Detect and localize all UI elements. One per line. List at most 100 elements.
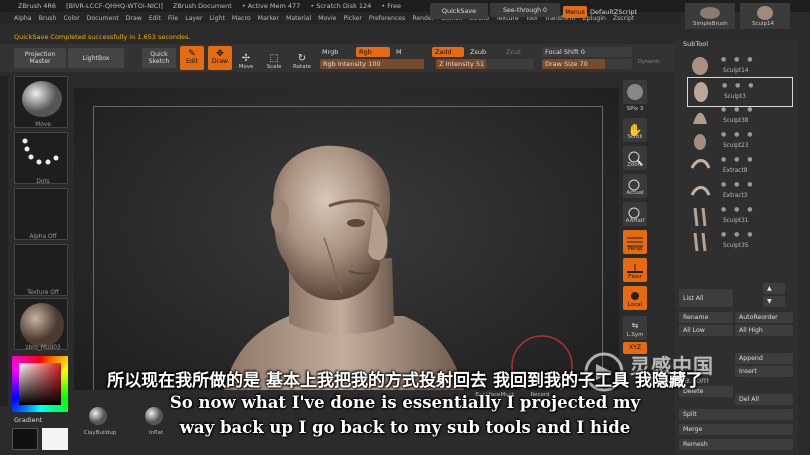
rgb-intensity-slider[interactable]: Rgb Intensity 100: [320, 59, 424, 69]
subtool-item[interactable]: ● ● ● Sculpt35: [687, 227, 793, 257]
subtool-header[interactable]: SubTool: [675, 40, 798, 50]
edit-button[interactable]: ✎ Edit: [180, 46, 204, 70]
menu-alpha[interactable]: Alpha: [14, 15, 32, 22]
spix-label[interactable]: SPix 3: [619, 106, 651, 112]
subtool-thumb-icon: [694, 134, 706, 150]
scale-button[interactable]: ⬚ Scale: [264, 48, 284, 70]
local-label: Local: [627, 302, 643, 308]
document-name: ZBrush Document: [172, 2, 232, 10]
subtool-visibility-icons[interactable]: ● ● ●: [721, 156, 756, 163]
subtool-name: Sculpt14: [723, 68, 749, 74]
append-button[interactable]: Append: [735, 353, 793, 364]
autoreorder-button[interactable]: AutoReorder: [735, 312, 793, 323]
material-sphere-icon: [20, 303, 64, 347]
active-mem: • Active Mem 477: [241, 2, 301, 10]
subtool-visibility-icons[interactable]: ● ● ●: [721, 106, 756, 113]
draw-size-label: Draw Size 70: [545, 60, 588, 68]
menu-edit[interactable]: Edit: [149, 15, 161, 22]
subtool-visibility-icons[interactable]: ● ● ●: [721, 206, 756, 213]
subtool-visibility-icons[interactable]: ● ● ●: [722, 82, 757, 89]
all-low-button[interactable]: All Low: [679, 325, 733, 336]
subtitle-english-line2: way back up I go back to my sub tools an…: [179, 418, 631, 437]
thumb-label-2: Sculp14: [752, 21, 775, 27]
menu-macro[interactable]: Macro: [232, 15, 251, 22]
subtool-thumb-icon: [692, 57, 708, 75]
stroke-thumbnail[interactable]: [14, 132, 68, 184]
right-view-toolbar: SPix 3 ✋ Scroll Zoom Actual AAHalf Persp…: [619, 76, 649, 356]
rgb-intensity-label: Rgb Intensity 100: [323, 60, 381, 68]
draw-button[interactable]: ✥ Draw: [208, 46, 232, 70]
m-toggle[interactable]: M: [396, 48, 402, 56]
z-intensity-slider[interactable]: Z Intensity 51: [436, 59, 534, 69]
all-high-button[interactable]: All High: [735, 325, 793, 336]
menu-file[interactable]: File: [168, 15, 178, 22]
menu-light[interactable]: Light: [209, 15, 224, 22]
tool-thumbnail-simplebrush[interactable]: SimpleBrush: [685, 3, 735, 29]
mrgb-toggle[interactable]: Mrgb: [322, 48, 338, 56]
left-tray-edge[interactable]: [0, 76, 8, 406]
lightbox-button[interactable]: LightBox: [68, 48, 124, 68]
subtool-visibility-icons[interactable]: ● ● ●: [721, 231, 756, 238]
draw-size-slider[interactable]: Draw Size 70: [542, 59, 632, 69]
draw-label: Draw: [211, 58, 229, 65]
default-zscript-button[interactable]: DefaultZScript: [590, 6, 648, 18]
aahalf-label: AAHalf: [625, 218, 645, 224]
menus-button[interactable]: Menus: [563, 6, 587, 18]
seethrough-slider[interactable]: See-through 0: [490, 3, 560, 17]
zadd-toggle[interactable]: Zadd: [432, 47, 464, 57]
menu-draw[interactable]: Draw: [126, 15, 142, 22]
lsym-label: L.Sym: [626, 332, 644, 338]
rename-button[interactable]: Rename: [679, 312, 733, 323]
subtool-name: Sculpt35: [723, 243, 749, 249]
projection-master-button[interactable]: Projection Master: [14, 48, 66, 68]
menu-movie[interactable]: Movie: [318, 15, 336, 22]
menu-preferences[interactable]: Preferences: [369, 15, 405, 22]
remesh-button[interactable]: Remesh: [679, 439, 793, 450]
move-button[interactable]: ✢ Move: [236, 48, 256, 70]
tool-thumbnail-sculp14[interactable]: Sculp14: [740, 3, 790, 29]
move-down-button[interactable]: ▼: [763, 296, 785, 307]
actual-label: Actual: [626, 190, 644, 196]
subtool-name: Sculpt31: [723, 218, 749, 224]
subtool-visibility-icons[interactable]: ● ● ●: [721, 131, 756, 138]
menu-picker[interactable]: Picker: [343, 15, 361, 22]
alpha-label: Alpha Off: [29, 234, 57, 240]
subtool-thumb-icon: [693, 232, 707, 252]
status-message: QuickSave Completed successfully in 1.65…: [14, 33, 191, 41]
menu-material[interactable]: Material: [286, 15, 311, 22]
rgb-toggle[interactable]: Rgb: [356, 47, 390, 57]
quicksave-button[interactable]: QuickSave: [430, 3, 488, 19]
subtool-visibility-icons[interactable]: ● ● ●: [721, 56, 756, 63]
menu-brush[interactable]: Brush: [39, 15, 57, 22]
bpr-button[interactable]: [623, 80, 647, 104]
quick-sketch-button[interactable]: Quick Sketch: [142, 48, 176, 68]
dynamic-toggle[interactable]: Dynamic: [638, 59, 660, 65]
zsub-toggle[interactable]: Zsub: [470, 48, 486, 56]
subtool-name: Sculpt23: [723, 143, 749, 149]
arrow-up-icon: ▲: [767, 285, 772, 292]
edit-label: Edit: [186, 58, 198, 65]
texture-thumbnail[interactable]: [14, 244, 68, 296]
scale-label: Scale: [266, 64, 282, 70]
brush-thumbnail[interactable]: [14, 76, 68, 128]
menu-layer[interactable]: Layer: [185, 15, 202, 22]
subtool-visibility-icons[interactable]: ● ● ●: [721, 181, 756, 188]
material-thumbnail[interactable]: [14, 298, 68, 350]
draw-icon: ✥: [216, 49, 224, 59]
canvas-viewport[interactable]: [74, 88, 619, 390]
rotate-icon: ↻: [297, 53, 307, 64]
rotate-button[interactable]: ↻ Rotate: [292, 48, 312, 70]
focal-shift-slider[interactable]: Focal Shift 0: [542, 47, 632, 57]
scroll-label: Scroll: [627, 134, 643, 140]
main-toolbar: Projection Master LightBox Quick Sketch …: [0, 44, 680, 72]
svg-text:⇆: ⇆: [632, 321, 639, 330]
menu-color[interactable]: Color: [63, 15, 79, 22]
stroke-label: Dots: [36, 179, 50, 185]
menu-marker[interactable]: Marker: [258, 15, 279, 22]
zcut-toggle[interactable]: Zcut: [506, 48, 521, 56]
alpha-thumbnail[interactable]: [14, 188, 68, 240]
move-up-button[interactable]: ▲: [763, 283, 785, 294]
subtool-thumb-icon: [693, 207, 707, 227]
menu-document[interactable]: Document: [87, 15, 119, 22]
list-all-button[interactable]: List All: [679, 289, 733, 307]
